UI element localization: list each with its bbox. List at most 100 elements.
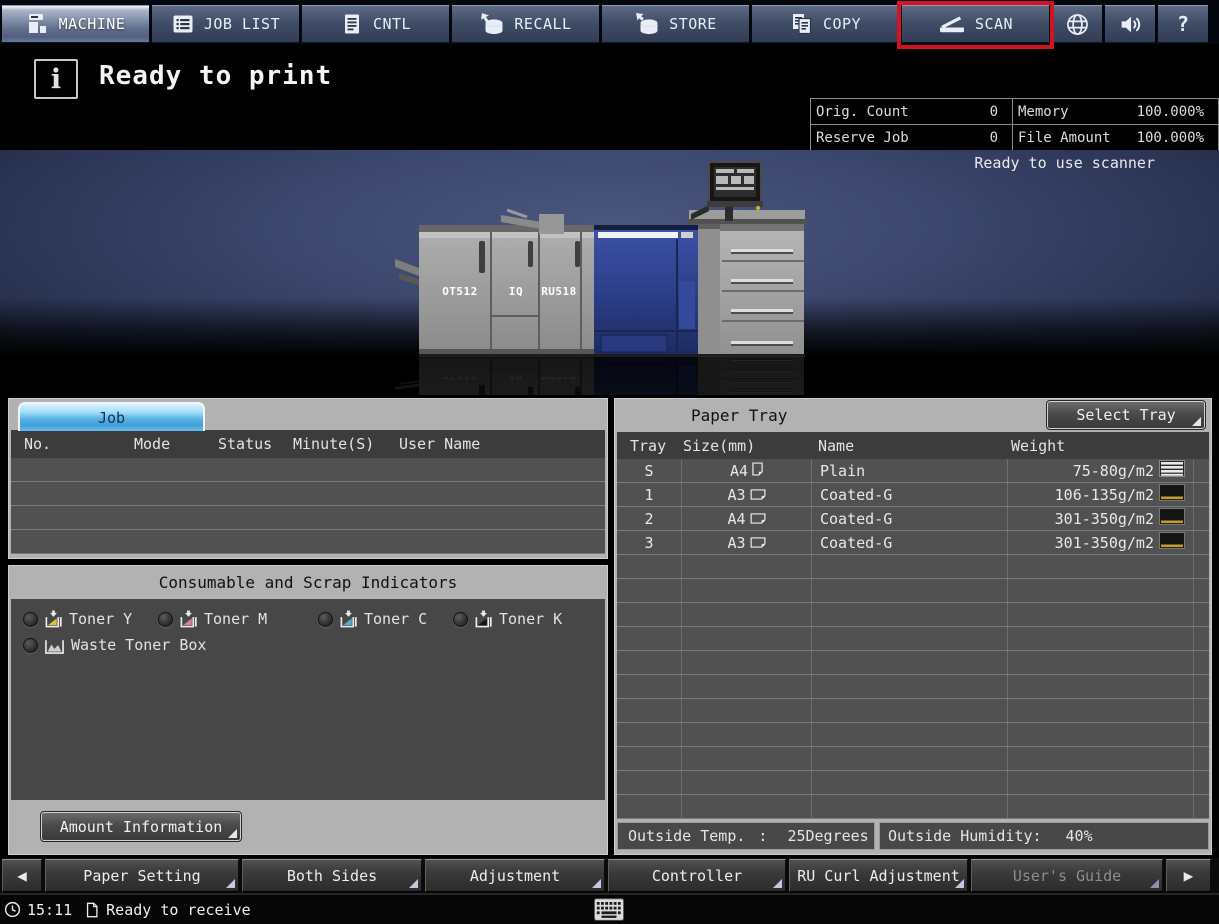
outside-temp-cell: Outside Temp. : 25Degrees (617, 822, 875, 850)
button-paper-setting[interactable]: Paper Setting (45, 859, 239, 892)
button-ru-curl-adjustment[interactable]: RU Curl Adjustment (789, 859, 968, 892)
size-label: A4 (727, 510, 745, 528)
copy-icon (790, 12, 814, 36)
tab-job[interactable]: Job (18, 402, 205, 431)
button-sound[interactable] (1105, 5, 1155, 43)
counter-file-amount: File Amount100.000% (1013, 125, 1218, 150)
paper-level-low-icon (1159, 508, 1185, 529)
module-label-ru518: RU518 (541, 285, 577, 298)
tab-scan[interactable]: SCAN (902, 5, 1049, 43)
weight-label: 301-350g/m2 (1055, 510, 1154, 528)
tray-cell: S (617, 459, 681, 482)
size-label: A3 (727, 486, 745, 504)
outside-temp-separator: : (758, 827, 767, 845)
select-tray-button[interactable]: Select Tray (1047, 401, 1205, 429)
counter-label: Orig. Count (816, 104, 909, 120)
tab-label-recall: RECALL (514, 15, 571, 33)
indicator-led (23, 638, 38, 653)
paper-tray-empty-row (617, 651, 1209, 675)
button-user-s-guide[interactable]: User's Guide (971, 859, 1163, 892)
nav-label: Paper Setting (83, 867, 200, 885)
weight-cell: 301-350g/m2 (1007, 531, 1193, 554)
paper-column-tray: Tray (617, 437, 681, 455)
toner-label: Toner K (499, 610, 562, 628)
name-cell: Coated-G (811, 507, 1007, 530)
tab-machine[interactable]: MACHINE (2, 5, 149, 43)
name-cell: Coated-G (811, 531, 1007, 554)
weight-label: 106-135g/m2 (1055, 486, 1154, 504)
paper-level-low-icon (1159, 532, 1185, 553)
tab-copy[interactable]: COPY (752, 5, 899, 43)
tray-cell: 2 (617, 507, 681, 530)
scan-icon (938, 12, 966, 36)
top-tab-bar: MACHINE JOB LISTCNTL RECALL STORE COPY SCAN? (0, 0, 1219, 44)
paper-tray-row-3[interactable]: 3A3Coated-G301-350g/m2 (617, 531, 1209, 555)
status-bar-message: Ready to receive (106, 901, 251, 919)
help-label: ? (1177, 12, 1189, 36)
paper-tray-rows: SA4Plain75-80g/m21A3Coated-G106-135g/m22… (617, 459, 1209, 819)
paper-tray-panel: Paper Tray Select Tray TraySize(mm)NameW… (614, 398, 1212, 855)
paper-tray-row-s[interactable]: SA4Plain75-80g/m2 (617, 459, 1209, 483)
button-help[interactable]: ? (1158, 5, 1208, 43)
counter-value: 100.000% (1137, 104, 1204, 120)
paper-level-low-icon (1159, 484, 1185, 505)
paper-tray-header: Paper Tray Select Tray (615, 399, 1211, 432)
waste-toner-indicator: Waste Toner Box (23, 635, 206, 655)
tab-label-scan: SCAN (975, 15, 1013, 33)
prev-page-button[interactable]: ◀ (2, 859, 42, 892)
outside-humidity-value: 40% (1066, 827, 1093, 845)
status-message: Ready to print (99, 61, 332, 91)
button-adjustment[interactable]: Adjustment (425, 859, 605, 892)
job-column-user-name: User Name (399, 435, 480, 453)
toner-icon (44, 610, 63, 629)
paper-tray-empty-row (617, 555, 1209, 579)
tab-job-list[interactable]: JOB LIST (152, 5, 299, 43)
paper-tray-row-2[interactable]: 2 A4 Coated-G 301-350g/m2 (617, 507, 1209, 531)
machine-status-screen: MACHINEJOB LISTCNTLRECALLSTORECOPYSCAN? … (0, 0, 1219, 924)
tab-cntl[interactable]: CNTL (302, 5, 449, 43)
tab-label-store: STORE (669, 15, 717, 33)
outside-humidity-label: Outside Humidity: (888, 827, 1042, 845)
counter-grid: Orig. Count0Memory100.000%Reserve Job0Fi… (810, 98, 1219, 151)
tab-label-machine: MACHINE (59, 15, 126, 33)
size-cell: A3 (681, 483, 811, 506)
status-header: Ready to print Orig. Count0Memory100.000… (0, 44, 1219, 150)
toner-indicator-y: Toner Y (23, 609, 132, 629)
indicator-led (453, 612, 468, 627)
size-label: A4 (730, 462, 748, 480)
paper-landscape-icon (750, 510, 766, 528)
tab-store[interactable]: STORE (602, 5, 749, 43)
job-panel-tabs-row: Job (9, 399, 607, 430)
weight-label: 301-350g/m2 (1055, 534, 1154, 552)
keyboard-icon[interactable] (594, 898, 624, 921)
counter-value: 100.000% (1137, 130, 1204, 146)
clock-icon (4, 901, 21, 918)
toner-indicator-c: Toner C (318, 609, 427, 629)
nav-label: User's Guide (1013, 867, 1121, 885)
job-column-minute-s: Minute(S) (293, 435, 374, 453)
button-both-sides[interactable]: Both Sides (242, 859, 422, 892)
toner-label: Toner M (204, 610, 267, 628)
paper-tray-empty-row (617, 771, 1209, 795)
paper-tray-row-1[interactable]: 1A3Coated-G106-135g/m2 (617, 483, 1209, 507)
printer-illustration: OT512IQRU518 (391, 161, 815, 395)
toner-icon (474, 610, 493, 629)
job-column-no: No. (24, 435, 51, 453)
outside-temp-value: 25Degrees (787, 827, 868, 845)
nav-label: Controller (652, 867, 742, 885)
paper-tray-empty-row (617, 699, 1209, 723)
button-controller[interactable]: Controller (608, 859, 786, 892)
consumable-indicators: Toner Y Toner M Toner C Toner K Waste Toner … (11, 599, 605, 800)
job-empty-row (11, 458, 605, 482)
globe-icon (1065, 12, 1090, 37)
cntl-icon (340, 12, 364, 36)
amount-information-button[interactable]: Amount Information (41, 812, 241, 841)
tab-label-copy: COPY (823, 15, 861, 33)
printout-icon (84, 902, 100, 918)
store-icon (634, 12, 660, 36)
button-language[interactable] (1052, 5, 1102, 43)
paper-tray-empty-row (617, 795, 1209, 819)
tab-recall[interactable]: RECALL (452, 5, 599, 43)
toner-icon (339, 610, 358, 629)
next-page-button[interactable]: ▶ (1166, 859, 1211, 892)
